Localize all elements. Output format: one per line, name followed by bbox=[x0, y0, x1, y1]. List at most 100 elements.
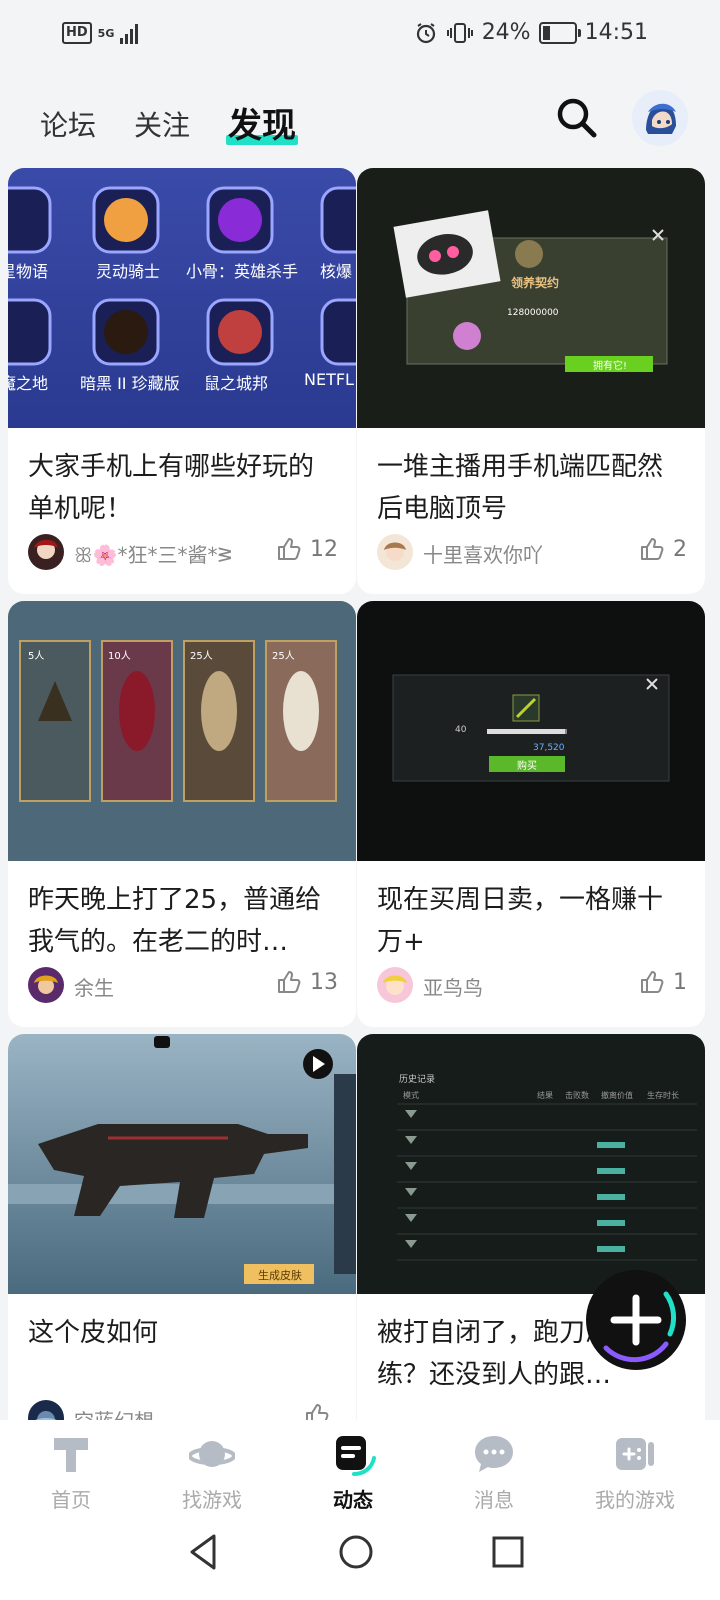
bottom-tab-find-games[interactable]: 找游戏 bbox=[157, 1420, 267, 1512]
thumb-label: 结果 bbox=[537, 1091, 553, 1100]
like-button[interactable]: 12 bbox=[276, 536, 338, 562]
post-title: 这个皮如何 bbox=[28, 1318, 159, 1348]
post-meta: 余生 13 bbox=[28, 967, 338, 1003]
post-card[interactable]: 领养契约 128000000 拥有它! 一堆主播用手机端匹配然后电脑顶号 十里喜… bbox=[357, 168, 705, 594]
like-button[interactable] bbox=[304, 1402, 338, 1420]
feed-grid: 星物语 灵动骑士 小骨：英雄杀手 核爆 魔之地 暗黑 II 珍藏版 鼠之城邦 N… bbox=[0, 168, 720, 1420]
tab-discover[interactable]: 发现 bbox=[226, 98, 298, 147]
status-bar: HD 5G 24% 14:51 bbox=[0, 0, 720, 72]
plus-icon bbox=[603, 1291, 677, 1363]
like-count: 12 bbox=[310, 536, 338, 562]
user-avatar[interactable] bbox=[632, 90, 688, 146]
author-name[interactable]: 空蓝幻想 bbox=[74, 1405, 154, 1420]
thumb-label: 37,520 bbox=[533, 743, 565, 753]
post-thumbnail: 5人 10人 25人 25人 bbox=[8, 601, 356, 861]
author-name[interactable]: 亚鸟鸟 bbox=[423, 972, 483, 1001]
post-title: 大家手机上有哪些好玩的单机呢！ bbox=[28, 452, 315, 524]
post-thumbnail: 40 37,520 购买 bbox=[357, 601, 705, 861]
author-avatar[interactable] bbox=[377, 534, 413, 570]
thumbs-up-icon bbox=[278, 971, 301, 993]
author-avatar[interactable] bbox=[28, 1400, 64, 1420]
thumb-label: 生存时长 bbox=[647, 1091, 679, 1100]
thumb-label: 撤离价值 bbox=[601, 1091, 633, 1100]
like-count: 2 bbox=[673, 536, 687, 562]
thumb-label: 暗黑 II 珍藏版 bbox=[80, 374, 180, 393]
author-avatar[interactable] bbox=[28, 967, 64, 1003]
vibrate-icon bbox=[446, 22, 473, 43]
post-card[interactable]: 生成皮肤 这个皮如何 空蓝幻想 bbox=[8, 1034, 356, 1420]
thumb-label: 历史记录 bbox=[399, 1075, 436, 1085]
thumbs-up-icon bbox=[641, 971, 664, 993]
bottom-tab-bar: 首页 找游戏 动态 消息 我的游戏 bbox=[0, 1420, 720, 1512]
thumb-label: 模式 bbox=[403, 1091, 419, 1100]
bottom-tab-my-games[interactable]: 我的游戏 bbox=[580, 1420, 690, 1512]
like-button[interactable]: 2 bbox=[639, 536, 687, 562]
like-button[interactable]: 13 bbox=[276, 969, 338, 995]
post-meta: 空蓝幻想 bbox=[28, 1400, 338, 1420]
thumb-label: 128000000 bbox=[507, 308, 559, 318]
recents-square-icon[interactable] bbox=[490, 1534, 526, 1570]
post-title: 昨天晚上打了25，普通给我气的。在老二的时… bbox=[28, 885, 322, 957]
thumb-label: 核爆 bbox=[320, 262, 353, 281]
thumbs-up-icon bbox=[641, 538, 664, 560]
thumb-label: 25人 bbox=[272, 651, 295, 662]
thumbs-up-icon bbox=[306, 1404, 329, 1420]
thumb-label: 5人 bbox=[28, 651, 45, 662]
post-thumbnail: 领养契约 128000000 拥有它! bbox=[357, 168, 705, 428]
home-circle-icon[interactable] bbox=[336, 1532, 376, 1572]
home-t-icon bbox=[54, 1438, 88, 1472]
signal-icon bbox=[120, 22, 139, 44]
hd-badge: HD bbox=[62, 22, 92, 44]
author-name[interactable]: 十里喜欢你吖 bbox=[423, 539, 543, 568]
author-avatar[interactable] bbox=[28, 534, 64, 570]
chat-bubble-icon bbox=[475, 1436, 513, 1472]
thumb-label: 25人 bbox=[190, 651, 213, 662]
thumb-label: 10人 bbox=[108, 651, 131, 662]
post-meta: ꕥ🌸*狂*三*酱*ᕒ 12 bbox=[28, 534, 338, 570]
network-type: 5G bbox=[97, 26, 115, 40]
thumb-label: 40 bbox=[455, 725, 467, 735]
tab-follow[interactable]: 关注 bbox=[134, 104, 190, 144]
like-count: 13 bbox=[310, 969, 338, 995]
clock: 14:51 bbox=[584, 20, 648, 45]
author-name[interactable]: 余生 bbox=[74, 972, 114, 1001]
battery-icon bbox=[538, 21, 581, 44]
thumb-label: 领养契约 bbox=[511, 276, 560, 290]
author-avatar[interactable] bbox=[377, 967, 413, 1003]
post-title: 一堆主播用手机端匹配然后电脑顶号 bbox=[377, 452, 664, 524]
post-card[interactable]: 5人 10人 25人 25人 昨天晚上打了25，普通给我气的。在老二的时… 余生… bbox=[8, 601, 356, 1027]
thumb-label: 击败数 bbox=[565, 1091, 589, 1100]
search-icon[interactable] bbox=[555, 96, 599, 140]
post-meta: 亚鸟鸟 1 bbox=[377, 967, 687, 1003]
thumbs-up-icon bbox=[278, 538, 301, 560]
thumb-label: 购买 bbox=[517, 761, 537, 772]
back-icon[interactable] bbox=[186, 1532, 220, 1572]
system-navigation-bar bbox=[0, 1512, 720, 1600]
post-title: 现在买周日卖，一格赚十万+ bbox=[377, 885, 664, 957]
gamepad-icon bbox=[616, 1438, 654, 1470]
like-button[interactable]: 1 bbox=[639, 969, 687, 995]
thumb-label: 星物语 bbox=[8, 262, 49, 281]
alarm-icon bbox=[416, 22, 435, 43]
bottom-tab-home[interactable]: 首页 bbox=[16, 1420, 126, 1512]
author-name[interactable]: ꕥ🌸*狂*三*酱*ᕒ bbox=[74, 539, 232, 568]
thumb-label: 鼠之城邦 bbox=[204, 374, 269, 393]
post-card[interactable]: 40 37,520 购买 现在买周日卖，一格赚十万+ 亚鸟鸟 1 bbox=[357, 601, 705, 1027]
thumb-label: 灵动骑士 bbox=[96, 262, 161, 281]
thumb-label: 拥有它! bbox=[593, 361, 628, 372]
post-card[interactable]: 星物语 灵动骑士 小骨：英雄杀手 核爆 魔之地 暗黑 II 珍藏版 鼠之城邦 N… bbox=[8, 168, 356, 594]
like-count: 1 bbox=[673, 969, 687, 995]
thumb-label: 魔之地 bbox=[8, 374, 49, 393]
thumb-label: NETFL bbox=[304, 370, 354, 389]
feed-icon bbox=[336, 1436, 376, 1476]
thumb-label: 生成皮肤 bbox=[258, 1269, 302, 1282]
post-thumbnail: 生成皮肤 bbox=[8, 1034, 356, 1294]
post-meta: 十里喜欢你吖 2 bbox=[377, 534, 687, 570]
tab-forum[interactable]: 论坛 bbox=[40, 104, 96, 144]
create-post-button[interactable] bbox=[586, 1270, 686, 1370]
top-tab-bar: 论坛 关注 发现 bbox=[0, 86, 720, 156]
planet-icon bbox=[188, 1441, 236, 1467]
thumb-label: 小骨：英雄杀手 bbox=[186, 262, 299, 281]
bottom-tab-messages[interactable]: 消息 bbox=[439, 1420, 549, 1512]
bottom-tab-feed[interactable]: 动态 bbox=[298, 1420, 408, 1512]
